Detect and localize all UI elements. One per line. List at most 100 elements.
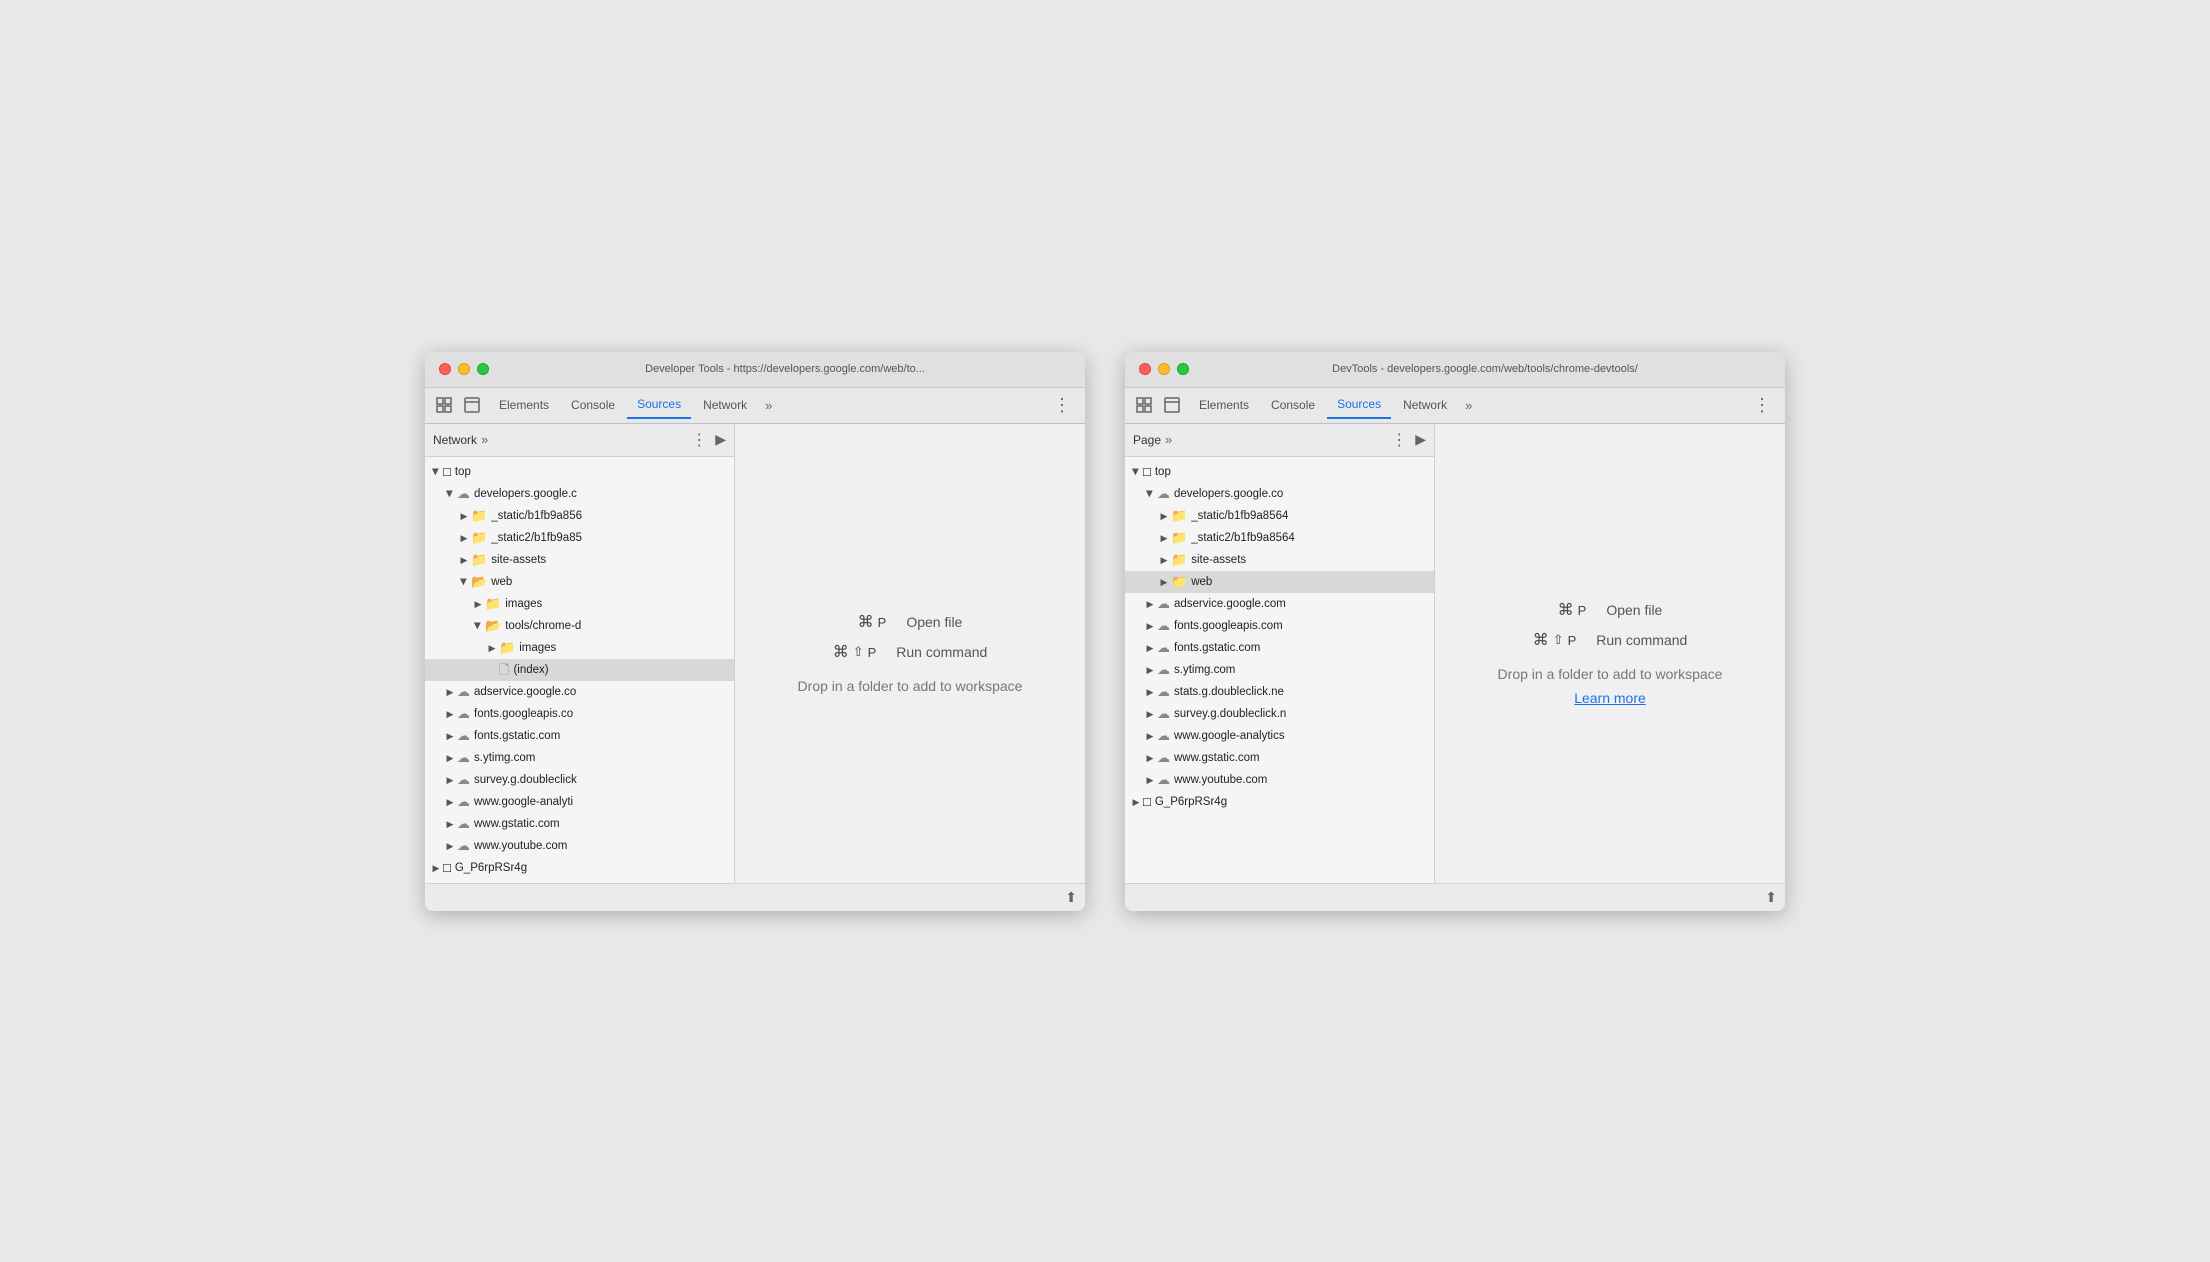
p-key-1b: P <box>868 645 877 660</box>
tree-item-gstatic[interactable]: ▶ ☁ www.gstatic.com <box>425 813 734 835</box>
tree-item-fonts-api[interactable]: ▶ ☁ fonts.googleapis.co <box>425 703 734 725</box>
sidebar-1: Network » ⋮ ▶ ▶ □ top ▶ ☁ developers <box>425 424 735 883</box>
sidebar-kebab-2[interactable]: ⋮ <box>1391 430 1407 450</box>
arrow-static1-2: ▶ <box>1157 507 1171 525</box>
sidebar-toggle-icon-1[interactable]: ▶ <box>715 431 726 448</box>
folder-icon-site-assets-2: 📁 <box>1171 551 1187 569</box>
tree-item-static1-2[interactable]: ▶ 📁 _static/b1fb9a8564 <box>1125 505 1434 527</box>
tab-sources-1[interactable]: Sources <box>627 391 691 419</box>
tree-item-survey-2[interactable]: ▶ ☁ survey.g.doubleclick.n <box>1125 703 1434 725</box>
tree-item-devgoogle-2[interactable]: ▶ ☁ developers.google.co <box>1125 483 1434 505</box>
tab-network-2[interactable]: Network <box>1393 392 1457 418</box>
tree-item-web[interactable]: ▶ 📂 web <box>425 571 734 593</box>
label-gstatic-2: www.gstatic.com <box>1174 749 1260 767</box>
tab-console-1[interactable]: Console <box>561 392 625 418</box>
tree-item-analytics-2[interactable]: ▶ ☁ www.google-analytics <box>1125 725 1434 747</box>
bottom-bar-1: ⬆ <box>425 883 1085 911</box>
tree-item-g-p6-2[interactable]: ▶ □ G_P6rpRSr4g <box>1125 791 1434 813</box>
cloud-icon-fonts-api-2: ☁ <box>1157 617 1170 635</box>
arrow-g-p6: ▶ <box>429 859 443 877</box>
tree-item-web-2[interactable]: ▶ 📁 web <box>1125 571 1434 593</box>
tab-kebab-1[interactable]: ⋮ <box>1047 393 1077 418</box>
sidebar-header-2: Page » ⋮ ▶ <box>1125 424 1434 457</box>
arrow-fonts-static: ▶ <box>443 727 457 745</box>
tree-item-top-2[interactable]: ▶ □ top <box>1125 461 1434 483</box>
devtools-icon-2 <box>1133 394 1155 416</box>
bottom-icon-1[interactable]: ⬆ <box>1065 889 1077 906</box>
sidebar-more-1[interactable]: » <box>481 432 488 447</box>
tree-item-fonts-api-2[interactable]: ▶ ☁ fonts.googleapis.com <box>1125 615 1434 637</box>
minimize-button-2[interactable] <box>1158 363 1170 375</box>
tab-network-1[interactable]: Network <box>693 392 757 418</box>
maximize-button-1[interactable] <box>477 363 489 375</box>
tree-item-sytimg-2[interactable]: ▶ ☁ s.ytimg.com <box>1125 659 1434 681</box>
tree-item-gstatic-2[interactable]: ▶ ☁ www.gstatic.com <box>1125 747 1434 769</box>
shortcut-keys-run-2: ⌘ ⇧ P <box>1533 630 1577 650</box>
tree-item-devgoogle-1[interactable]: ▶ ☁ developers.google.c <box>425 483 734 505</box>
tree-item-index[interactable]: ▶ 🗋 (index) <box>425 659 734 681</box>
sidebar-label-2: Page <box>1133 433 1161 447</box>
tree-item-analytics[interactable]: ▶ ☁ www.google-analyti <box>425 791 734 813</box>
label-static1: _static/b1fb9a856 <box>491 507 582 525</box>
panel-area-2: Page » ⋮ ▶ ▶ □ top ▶ ☁ developers.google… <box>1125 424 1785 883</box>
tab-sources-2[interactable]: Sources <box>1327 391 1391 419</box>
arrow-analytics-2: ▶ <box>1143 727 1157 745</box>
tree-item-youtube-2[interactable]: ▶ ☁ www.youtube.com <box>1125 769 1434 791</box>
cmd-symbol-2b: ⌘ <box>1533 630 1549 650</box>
close-button-1[interactable] <box>439 363 451 375</box>
sidebar-more-2[interactable]: » <box>1165 432 1172 447</box>
tree-item-stats-2[interactable]: ▶ ☁ stats.g.doubleclick.ne <box>1125 681 1434 703</box>
label-static2: _static2/b1fb9a85 <box>491 529 582 547</box>
tree-item-static2[interactable]: ▶ 📁 _static2/b1fb9a85 <box>425 527 734 549</box>
cloud-icon-gstatic-2: ☁ <box>1157 749 1170 767</box>
p-key-2a: P <box>1578 603 1587 618</box>
tab-kebab-2[interactable]: ⋮ <box>1747 393 1777 418</box>
tree-item-sytimg[interactable]: ▶ ☁ s.ytimg.com <box>425 747 734 769</box>
tree-item-fonts-static-2[interactable]: ▶ ☁ fonts.gstatic.com <box>1125 637 1434 659</box>
tab-console-2[interactable]: Console <box>1261 392 1325 418</box>
sidebar-kebab-1[interactable]: ⋮ <box>691 430 707 450</box>
tab-elements-2[interactable]: Elements <box>1189 392 1259 418</box>
maximize-button-2[interactable] <box>1177 363 1189 375</box>
tree-item-images-tools[interactable]: ▶ 📁 images <box>425 637 734 659</box>
tree-item-tools[interactable]: ▶ 📂 tools/chrome-d <box>425 615 734 637</box>
shortcut-keys-open-2: ⌘ P <box>1558 600 1587 620</box>
cmd-symbol-2a: ⌘ <box>1558 600 1574 620</box>
arrow-site-assets: ▶ <box>457 551 471 569</box>
label-static2-2: _static2/b1fb9a8564 <box>1191 529 1295 547</box>
arrow-youtube: ▶ <box>443 837 457 855</box>
tab-elements-1[interactable]: Elements <box>489 392 559 418</box>
shortcut-row-open-1: ⌘ P Open file <box>858 612 963 632</box>
close-button-2[interactable] <box>1139 363 1151 375</box>
tree-item-images-web[interactable]: ▶ 📁 images <box>425 593 734 615</box>
tab-more-2[interactable]: » <box>1459 394 1478 417</box>
label-top-2: top <box>1155 463 1171 481</box>
minimize-button-1[interactable] <box>458 363 470 375</box>
tree-item-top-1[interactable]: ▶ □ top <box>425 461 734 483</box>
label-static1-2: _static/b1fb9a8564 <box>1191 507 1288 525</box>
tree-item-site-assets-2[interactable]: ▶ 📁 site-assets <box>1125 549 1434 571</box>
tree-item-g-p6[interactable]: ▶ □ G_P6rpRSr4g <box>425 857 734 879</box>
arrow-gstatic-2: ▶ <box>1143 749 1157 767</box>
tab-more-1[interactable]: » <box>759 394 778 417</box>
tree-item-fonts-static[interactable]: ▶ ☁ fonts.gstatic.com <box>425 725 734 747</box>
tree-item-youtube[interactable]: ▶ ☁ www.youtube.com <box>425 835 734 857</box>
drop-text-2: Drop in a folder to add to workspace <box>1498 666 1723 682</box>
cloud-icon-sytimg: ☁ <box>457 749 470 767</box>
tree-item-site-assets[interactable]: ▶ 📁 site-assets <box>425 549 734 571</box>
arrow-devgoogle-1: ▶ <box>441 487 459 501</box>
sidebar-toggle-icon-2[interactable]: ▶ <box>1415 431 1426 448</box>
sidebar-tree-2: ▶ □ top ▶ ☁ developers.google.co ▶ 📁 _st… <box>1125 457 1434 883</box>
label-web-2: web <box>1191 573 1212 591</box>
tree-item-static2-2[interactable]: ▶ 📁 _static2/b1fb9a8564 <box>1125 527 1434 549</box>
arrow-fonts-static-2: ▶ <box>1143 639 1157 657</box>
label-g-p6-2: G_P6rpRSr4g <box>1155 793 1227 811</box>
tree-item-static1[interactable]: ▶ 📁 _static/b1fb9a856 <box>425 505 734 527</box>
tree-item-adservice[interactable]: ▶ ☁ adservice.google.co <box>425 681 734 703</box>
label-fonts-api-2: fonts.googleapis.com <box>1174 617 1283 635</box>
learn-more-link[interactable]: Learn more <box>1574 690 1646 706</box>
bottom-icon-2[interactable]: ⬆ <box>1765 889 1777 906</box>
label-gstatic: www.gstatic.com <box>474 815 560 833</box>
tree-item-adservice-2[interactable]: ▶ ☁ adservice.google.com <box>1125 593 1434 615</box>
tree-item-survey[interactable]: ▶ ☁ survey.g.doubleclick <box>425 769 734 791</box>
